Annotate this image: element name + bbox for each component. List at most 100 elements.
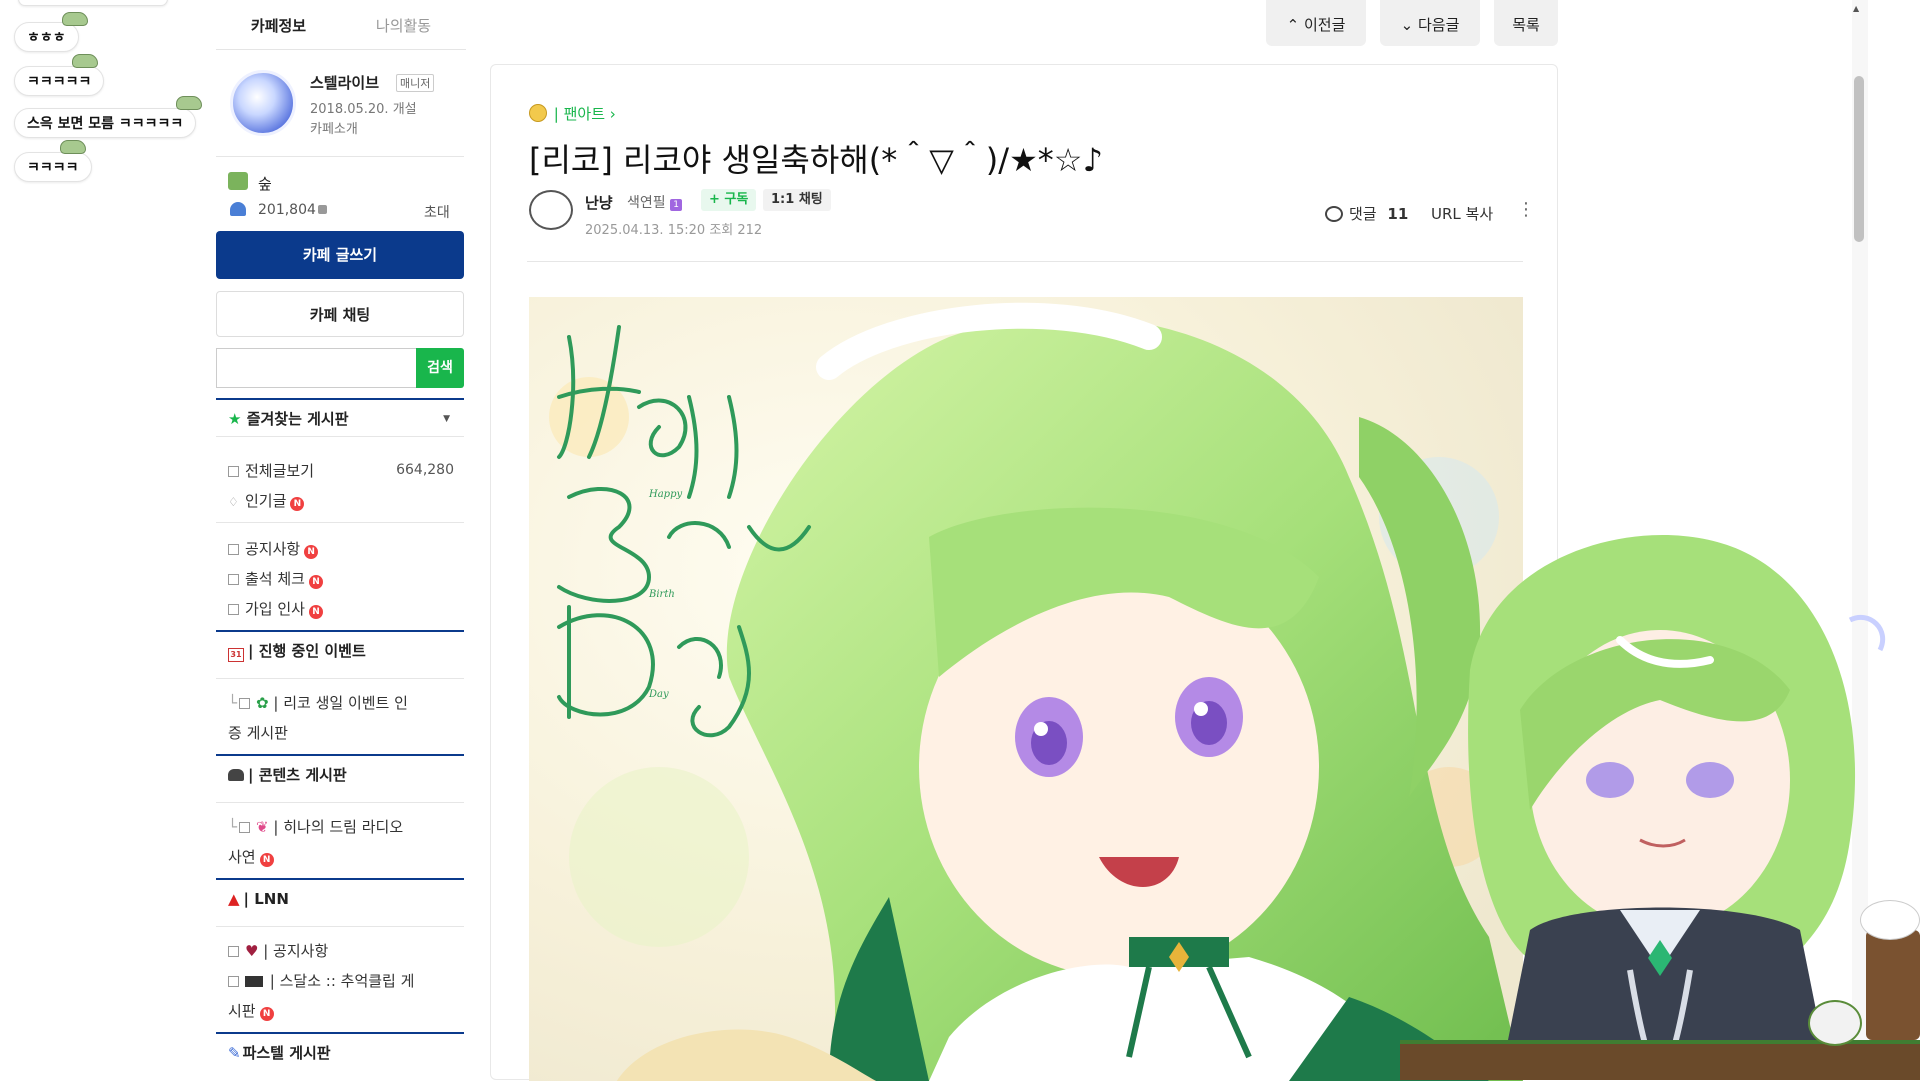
next-post-button[interactable]: ⌄ 다음글	[1380, 0, 1480, 46]
board-label: 시판	[228, 1002, 256, 1020]
board-icon	[228, 976, 239, 987]
divider	[216, 802, 464, 803]
board-label: 가입 인사	[245, 600, 305, 618]
one-on-one-chat-button[interactable]: 1:1 채팅	[763, 189, 831, 211]
contents-header-label: | 콘텐츠 게시판	[248, 766, 347, 784]
chat-pet-icon	[60, 140, 86, 154]
author-name[interactable]: 난냥	[585, 192, 613, 213]
article-title: [리코] 리코야 생일축하해(*＾▽＾)/★*☆♪	[529, 141, 1103, 179]
cafe-sidebar: 카페정보 나의활동 스텔라이브 매니저 2018.05.20. 개설 카페소개 …	[216, 0, 466, 1080]
calendar-icon: 31	[228, 648, 244, 662]
prev-post-label: 이전글	[1303, 16, 1346, 34]
board-all-posts[interactable]: 전체글보기	[228, 460, 314, 481]
chat-message: 스윽 보면 모름 ㅋㅋㅋㅋㅋ	[14, 108, 197, 138]
board-label: | 히나의 드림 라디오	[273, 818, 404, 836]
board-memory-clip-cont[interactable]: 시판 N	[228, 1000, 274, 1021]
fanart-image: Happy Birth Day	[529, 297, 1523, 1081]
contents-header[interactable]: | 콘텐츠 게시판	[216, 754, 464, 790]
new-badge: N	[308, 575, 323, 589]
chat-overlay: ㅎㅎㅎ ㅋㅋㅋㅋㅋ 스윽 보면 모름 ㅋㅋㅋㅋㅋ ㅋㅋㅋㅋ	[0, 0, 215, 200]
new-badge: N	[308, 605, 323, 619]
board-memory-clip[interactable]: | 스달소 :: 추억클립 게	[228, 970, 414, 991]
author-avatar[interactable]	[529, 190, 573, 230]
prev-post-button[interactable]: ⌃ 이전글	[1266, 0, 1366, 46]
mascot-icon	[1808, 1000, 1862, 1046]
board-dream-radio-cont[interactable]: 사연 N	[228, 846, 274, 867]
board-breadcrumb[interactable]: | 팬아트 ›	[529, 103, 616, 124]
url-copy-button[interactable]: URL 복사	[1431, 203, 1493, 224]
comment-icon	[1325, 206, 1343, 222]
board-riko-birthday-event-cont[interactable]: 증 게시판	[228, 722, 288, 743]
cafe-name[interactable]: 스텔라이브	[310, 72, 379, 93]
brush-icon: ✎	[228, 1044, 241, 1062]
pastel-header[interactable]: ✎ 파스텔 게시판	[216, 1032, 464, 1068]
board-icon	[239, 822, 251, 833]
vtuber-illustration	[1468, 535, 1886, 1083]
joystick-icon	[228, 769, 244, 781]
chat-pet-icon	[176, 96, 202, 110]
vtuber-avatar-overlay	[1410, 510, 1920, 1083]
board-dream-radio[interactable]: └ ❦ | 히나의 드림 라디오	[228, 816, 403, 837]
event-header-label: | 진행 중인 이벤트	[248, 642, 366, 660]
tree-branch-icon: └	[228, 694, 238, 712]
board-popular[interactable]: ♢ 인기글 N	[228, 490, 305, 511]
board-notice[interactable]: 공지사항 N	[228, 538, 319, 559]
drop-icon: ▲	[228, 890, 240, 908]
board-label: 인기글	[245, 492, 287, 510]
more-options-icon[interactable]: ⋮	[1517, 199, 1535, 220]
cafe-search-button[interactable]: 검색	[416, 348, 464, 388]
all-posts-count: 664,280	[396, 462, 454, 478]
divider	[216, 678, 464, 679]
board-icon	[228, 466, 239, 477]
chat-pet-icon	[62, 12, 88, 26]
artwork-word-day: Day	[648, 689, 669, 700]
flame-icon: ♢	[228, 495, 239, 509]
cafe-write-button[interactable]: 카페 글쓰기	[216, 231, 464, 279]
lnn-header[interactable]: ▲ | LNN	[216, 878, 464, 914]
board-icon	[228, 604, 239, 615]
tree-branch-icon: └	[228, 818, 238, 836]
member-count: 201,804	[258, 202, 316, 218]
pastel-header-label: 파스텔 게시판	[242, 1044, 331, 1062]
article-card: | 팬아트 › [리코] 리코야 생일축하해(*＾▽＾)/★*☆♪ 난냥 색연필…	[490, 64, 1558, 1081]
artwork-word-happy: Happy	[648, 489, 682, 500]
comments-button[interactable]: 댓글 11	[1325, 203, 1408, 224]
board-label: 사연	[228, 848, 256, 866]
comment-count: 11	[1387, 205, 1409, 223]
cafe-chat-button[interactable]: 카페 채팅	[216, 291, 464, 337]
board-label: 전체글보기	[245, 462, 315, 480]
tab-cafe-info[interactable]: 카페정보	[216, 0, 341, 49]
barrel-decoration	[1866, 930, 1920, 1040]
stream-ground-decoration	[1400, 1040, 1920, 1080]
favorites-header-label: 즐겨찾는 게시판	[246, 410, 349, 428]
invite-link[interactable]: 초대	[424, 202, 450, 222]
board-label: | 스달소 :: 추억클립 게	[269, 972, 415, 990]
views-label: 조회	[709, 223, 734, 238]
keyboard-icon	[245, 976, 263, 987]
board-attendance[interactable]: 출석 체크 N	[228, 568, 323, 589]
favorites-header[interactable]: ★ 즐겨찾는 게시판 ▼	[216, 398, 464, 434]
star-icon: ★	[228, 410, 242, 428]
cafe-search-input[interactable]	[216, 348, 416, 388]
lnn-header-label: | LNN	[243, 890, 289, 908]
list-button[interactable]: 목록	[1494, 0, 1558, 46]
event-header[interactable]: 31 | 진행 중인 이벤트	[216, 630, 464, 666]
chevron-down-icon[interactable]: ▼	[443, 400, 450, 438]
fanart-illustration: Happy Birth Day	[529, 297, 1523, 1081]
wine-icon: ♥	[245, 942, 259, 960]
divider	[216, 436, 464, 437]
scroll-up-arrow-icon[interactable]: ▲	[1853, 4, 1859, 13]
board-label: | 공지사항	[263, 942, 329, 960]
tab-my-activity[interactable]: 나의활동	[341, 0, 466, 49]
board-icon	[228, 574, 239, 585]
artwork-word-birth: Birth	[648, 589, 675, 600]
cafe-intro-link[interactable]: 카페소개	[310, 118, 358, 137]
board-lnn-notice[interactable]: ♥ | 공지사항	[228, 940, 328, 961]
scrollbar-thumb[interactable]	[1854, 76, 1864, 242]
cafe-avatar[interactable]	[230, 70, 296, 136]
board-greeting[interactable]: 가입 인사 N	[228, 598, 323, 619]
subscribe-button[interactable]: + 구독	[701, 189, 757, 211]
members-icon	[230, 202, 246, 216]
board-label: | 리코 생일 이벤트 인	[273, 694, 408, 712]
board-riko-birthday-event[interactable]: └ ✿ | 리코 생일 이벤트 인	[228, 692, 408, 713]
